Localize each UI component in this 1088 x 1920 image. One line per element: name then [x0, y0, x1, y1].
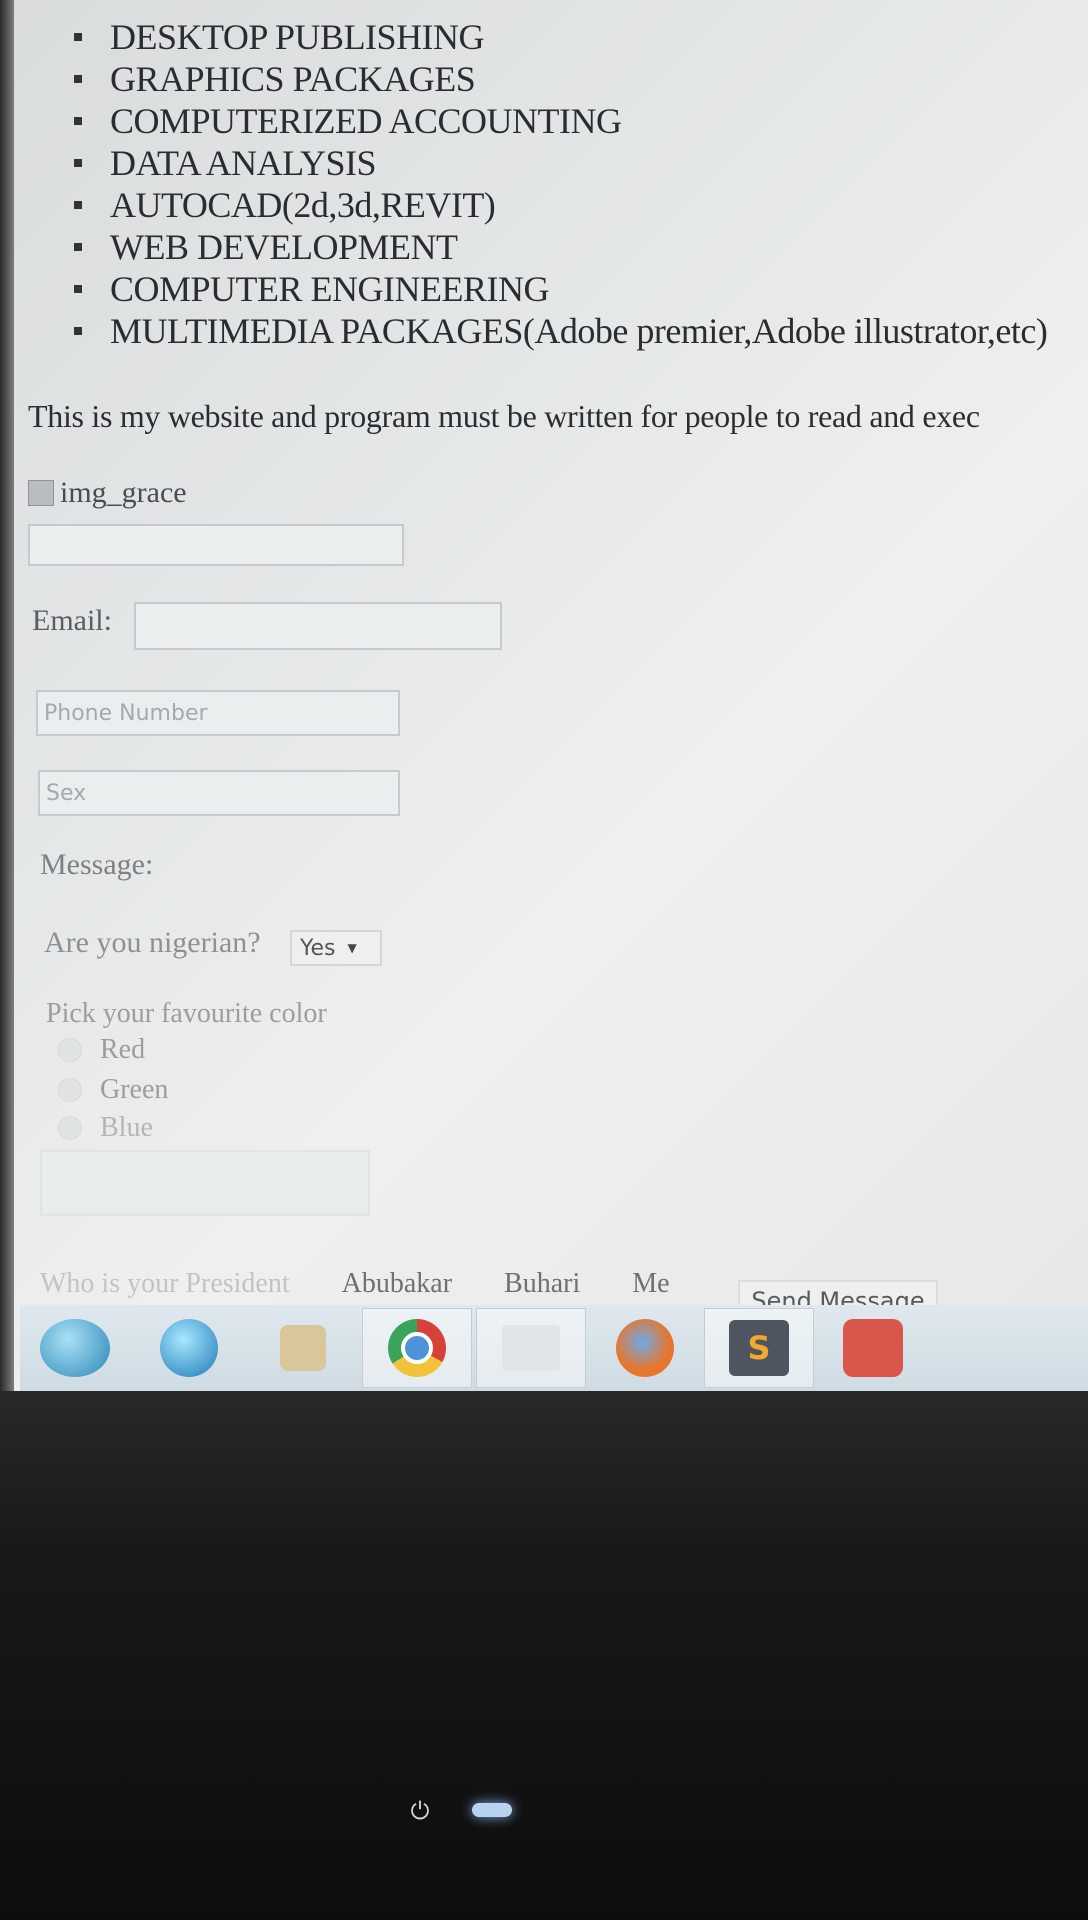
list-item: COMPUTERIZED ACCOUNTING [58, 100, 1047, 142]
president-option-me[interactable]: Me [632, 1268, 669, 1300]
monitor-screen: DESKTOP PUBLISHING GRAPHICS PACKAGES COM… [0, 0, 1088, 1395]
image-alt-text: img_grace [60, 476, 187, 509]
chrome-icon [388, 1319, 446, 1377]
intro-paragraph: This is my website and program must be w… [28, 398, 980, 434]
nigerian-select-value: Yes [300, 935, 336, 961]
sex-input[interactable] [38, 770, 400, 816]
list-item: MULTIMEDIA PACKAGES(Adobe premier,Adobe … [58, 310, 1048, 352]
taskbar-item-ie[interactable] [134, 1308, 244, 1388]
bullet-icon [74, 33, 82, 41]
color-option-red[interactable]: Red [58, 1032, 145, 1068]
nigerian-label: Are you nigerian? [44, 926, 261, 959]
list-item: WEB DEVELOPMENT [58, 226, 1047, 268]
media-player-icon [280, 1325, 326, 1371]
taskbar-item-explorer[interactable] [476, 1308, 586, 1388]
courses-list: DESKTOP PUBLISHING GRAPHICS PACKAGES COM… [58, 16, 1048, 352]
color-option-label: Green [100, 1074, 169, 1105]
firefox-icon [616, 1319, 674, 1377]
color-option-blue[interactable]: Blue [58, 1110, 153, 1146]
app-icon [843, 1319, 903, 1377]
start-button[interactable] [20, 1308, 130, 1388]
list-item: DATA ANALYSIS [58, 142, 1047, 184]
color-option-label: Red [100, 1034, 146, 1065]
taskbar-item-firefox[interactable] [590, 1308, 700, 1388]
bullet-icon [74, 243, 82, 251]
monitor-bezel [0, 1391, 1088, 1920]
start-orb-icon [40, 1319, 110, 1377]
president-row: Who is your President Abubakar Buhari Me [40, 1262, 670, 1306]
taskbar-item-media[interactable] [248, 1308, 358, 1388]
sublime-text-icon: S [729, 1320, 789, 1376]
taskbar-item-app[interactable] [818, 1308, 928, 1388]
screen-left-edge [0, 0, 14, 1395]
message-label: Message: [40, 848, 154, 881]
president-label: Who is your President [40, 1268, 290, 1299]
bullet-icon [74, 285, 82, 293]
radio-button[interactable] [58, 1038, 82, 1062]
list-item: GRAPHICS PACKAGES [58, 58, 1047, 100]
dropdown-arrow-icon: ▼ [347, 941, 357, 955]
taskbar-item-chrome[interactable] [362, 1308, 472, 1388]
email-field[interactable] [134, 602, 502, 650]
bullet-icon [74, 159, 82, 167]
broken-image-icon [28, 480, 54, 506]
color-option-label: Blue [100, 1112, 153, 1143]
list-item: AUTOCAD(2d,3d,REVIT) [58, 184, 1047, 226]
bullet-icon [74, 327, 82, 335]
color-label: Pick your favourite color [46, 998, 327, 1029]
broken-image: img_grace [28, 476, 187, 509]
message-textarea[interactable] [40, 1150, 370, 1216]
president-option-buhari[interactable]: Buhari [504, 1268, 580, 1300]
bullet-icon [74, 201, 82, 209]
email-label: Email: [32, 604, 112, 637]
taskbar: S [20, 1305, 1088, 1391]
name-input[interactable] [28, 524, 404, 566]
list-item: COMPUTER ENGINEERING [58, 268, 1047, 310]
taskbar-item-sublime[interactable]: S [704, 1308, 814, 1388]
bullet-icon [74, 75, 82, 83]
nigerian-select[interactable]: Yes ▼ [290, 930, 382, 966]
power-icon[interactable]: ⏻ [405, 1796, 435, 1826]
radio-button[interactable] [58, 1116, 82, 1140]
list-item: DESKTOP PUBLISHING [58, 16, 1047, 58]
color-option-green[interactable]: Green [58, 1072, 168, 1108]
file-explorer-icon [502, 1325, 560, 1371]
president-option-abubakar[interactable]: Abubakar [342, 1268, 452, 1300]
internet-explorer-icon [160, 1319, 218, 1377]
bullet-icon [74, 117, 82, 125]
phone-input[interactable] [36, 690, 400, 736]
power-led [472, 1803, 512, 1817]
radio-button[interactable] [58, 1078, 82, 1102]
